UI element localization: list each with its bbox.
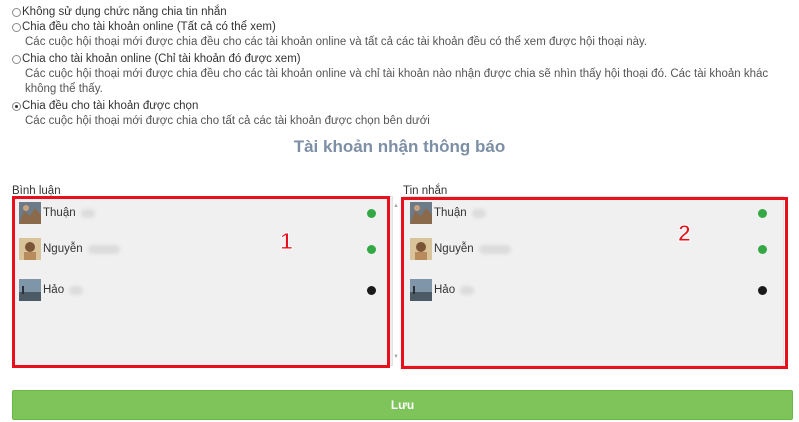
option-description: Các cuộc hội thoại mới được chia cho tất…: [25, 115, 430, 127]
option-label: Chia đều cho tài khoản online (Tất cả có…: [22, 21, 276, 33]
status-online-icon: [367, 244, 376, 254]
account-name: Hảo: [434, 284, 456, 296]
account-name: Thuận: [43, 207, 76, 219]
scroll-down-icon[interactable]: ▼: [393, 354, 399, 360]
radio-no-split[interactable]: [12, 7, 21, 17]
account-name: Nguyễn: [434, 243, 474, 255]
scroll-up-icon[interactable]: ▲: [393, 203, 399, 209]
blurred-name: [80, 208, 95, 218]
avatar: [410, 279, 432, 301]
option-split-all-view: Chia đều cho tài khoản online (Tất cả có…: [12, 21, 792, 50]
avatar: [19, 238, 41, 260]
blurred-name: [471, 208, 486, 218]
account-name: Nguyễn: [43, 243, 83, 255]
option-description: Các cuộc hội thoại mới được chia đều cho…: [25, 36, 648, 48]
account-item[interactable]: Nguyễn: [410, 238, 777, 260]
radio-split-all-view[interactable]: [12, 22, 21, 32]
account-item[interactable]: Nguyễn: [19, 238, 386, 260]
option-label: Chia cho tài khoản online (Chỉ tài khoản…: [22, 53, 301, 65]
option-split-selected: Chia đều cho tài khoản được chọn Các cuộ…: [12, 100, 792, 129]
radio-split-owner-view[interactable]: [12, 54, 21, 64]
status-offline-icon: [367, 285, 376, 295]
radio-split-selected[interactable]: [12, 101, 21, 111]
option-label: Không sử dụng chức năng chia tin nhắn: [22, 6, 227, 18]
avatar: [19, 279, 41, 301]
account-name: Thuận: [434, 207, 467, 219]
option-label: Chia đều cho tài khoản được chọn: [22, 100, 199, 112]
blurred-name: [460, 285, 475, 295]
blurred-name: [478, 244, 511, 254]
account-item[interactable]: Hảo: [19, 279, 386, 301]
account-item[interactable]: Thuận: [410, 202, 777, 224]
account-name: Hảo: [43, 284, 65, 296]
avatar: [19, 202, 41, 224]
status-offline-icon: [758, 285, 767, 295]
annotation-number-2: 2: [678, 220, 692, 247]
account-item[interactable]: Hảo: [410, 279, 777, 301]
avatar: [410, 202, 432, 224]
account-item[interactable]: Thuận: [19, 202, 386, 224]
messages-account-list[interactable]: Thuận Nguyễn Hảo: [403, 196, 784, 366]
status-online-icon: [758, 208, 767, 218]
save-button[interactable]: Lưu: [12, 390, 793, 420]
option-no-split: Không sử dụng chức năng chia tin nhắn: [12, 6, 792, 18]
status-online-icon: [758, 244, 767, 254]
section-title: Tài khoản nhận thông báo: [293, 137, 506, 156]
comments-account-list[interactable]: Thuận Nguyễn Hảo: [12, 196, 393, 366]
status-online-icon: [367, 208, 376, 218]
option-split-owner-view: Chia cho tài khoản online (Chỉ tài khoản…: [12, 53, 792, 97]
avatar: [410, 238, 432, 260]
annotation-number-1: 1: [280, 228, 294, 255]
blurred-name: [87, 244, 120, 254]
blurred-name: [69, 285, 84, 295]
option-description: Các cuộc hội thoại mới được chia đều cho…: [25, 68, 769, 95]
